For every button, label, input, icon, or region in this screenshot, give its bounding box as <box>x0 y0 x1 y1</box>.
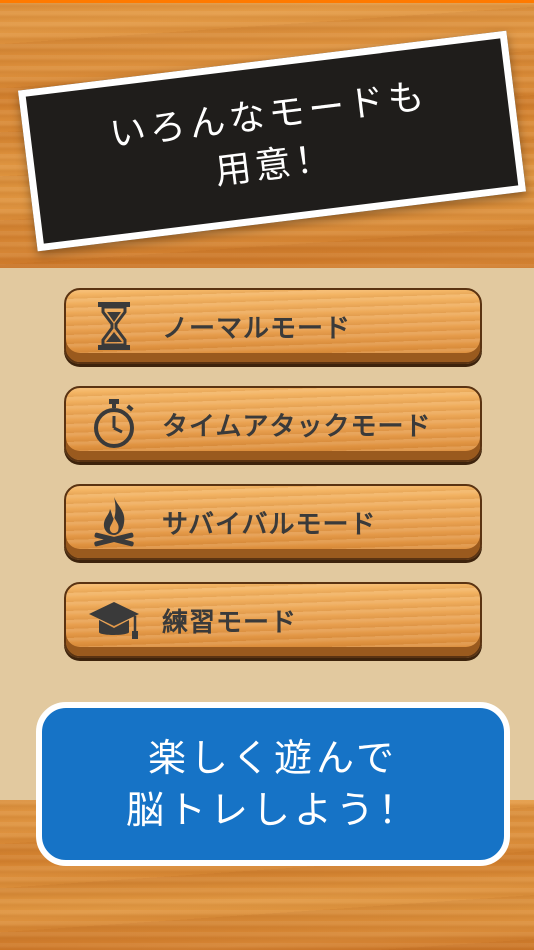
hourglass-icon <box>86 298 142 354</box>
practice-mode-label: 練習モード <box>162 607 298 638</box>
promo-banner-text: いろんなモードも 用意！ <box>107 75 431 193</box>
top-accent-line <box>0 0 534 3</box>
graduation-cap-icon <box>86 592 142 648</box>
stopwatch-icon <box>86 396 142 452</box>
tagline-text: 楽しく遊んで 脳トレしよう！ <box>125 736 420 832</box>
time-attack-mode-label: タイムアタックモード <box>162 411 432 442</box>
campfire-icon <box>86 494 142 550</box>
normal-mode-label: ノーマルモード <box>162 313 352 344</box>
normal-mode-button[interactable]: ノーマルモード <box>64 288 482 364</box>
practice-mode-button[interactable]: 練習モード <box>64 582 482 658</box>
time-attack-mode-button[interactable]: タイムアタックモード <box>64 386 482 462</box>
survival-mode-label: サバイバルモード <box>162 509 377 540</box>
tagline-callout: 楽しく遊んで 脳トレしよう！ <box>36 702 510 866</box>
survival-mode-button[interactable]: サバイバルモード <box>64 484 482 560</box>
